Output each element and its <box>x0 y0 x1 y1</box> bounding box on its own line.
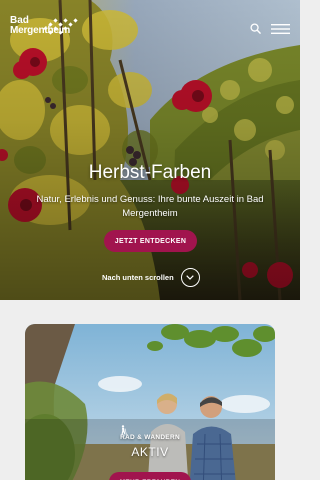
activity-card[interactable]: RAD & WANDERN AKTIV MEHR ERFAHREN <box>25 324 275 480</box>
learn-more-button[interactable]: MEHR ERFAHREN <box>109 472 191 480</box>
header-actions <box>250 23 290 34</box>
discover-now-button[interactable]: JETZT ENTDECKEN <box>104 230 197 252</box>
logo-mark-icon <box>43 18 78 35</box>
scroll-down-link[interactable]: Nach unten scrollen <box>102 268 200 287</box>
hamburger-menu-icon <box>271 23 290 34</box>
search-button[interactable] <box>250 23 261 34</box>
logo[interactable]: Bad Mergentheim <box>10 16 80 44</box>
hero-section: Bad Mergentheim Herbst-Farben Natur, Erl… <box>0 0 300 300</box>
card-title: AKTIV <box>131 445 169 459</box>
search-icon <box>250 23 261 34</box>
card-category: RAD & WANDERN <box>120 434 180 441</box>
scroll-down-button[interactable] <box>180 268 200 287</box>
hero-subtitle: Natur, Erlebnis und Genuss: Ihre bunte A… <box>36 194 264 219</box>
hero-title: Herbst-Farben <box>88 162 212 183</box>
hero-overlay <box>0 0 300 300</box>
menu-button[interactable] <box>271 23 290 34</box>
chevron-down-icon <box>186 275 194 280</box>
scroll-down-label: Nach unten scrollen <box>102 273 174 282</box>
